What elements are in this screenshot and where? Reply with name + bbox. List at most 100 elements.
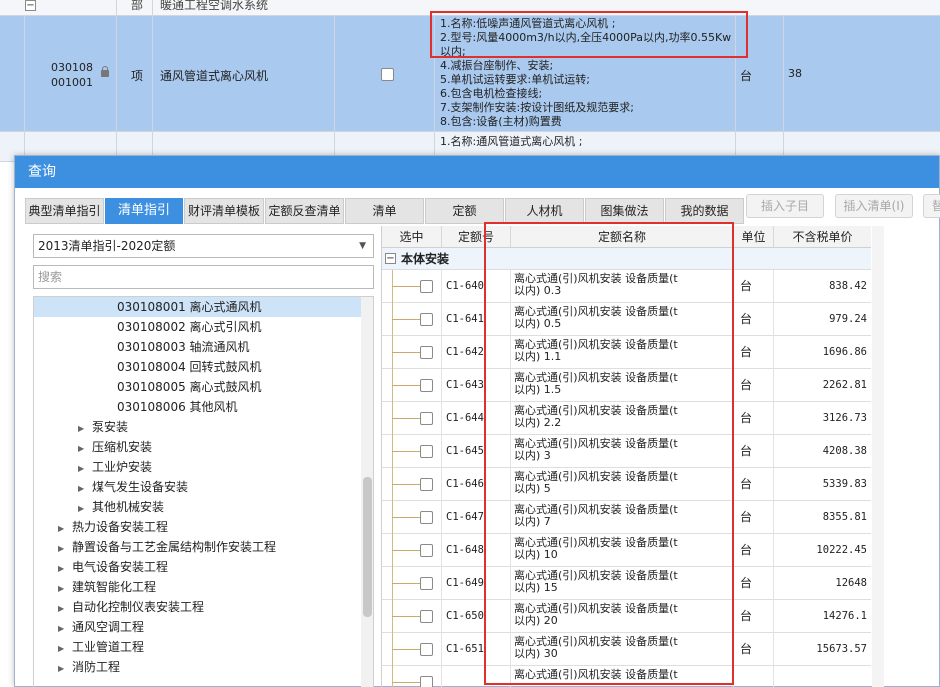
chevron-right-icon[interactable]: ▶ [58, 599, 72, 619]
row-checkbox[interactable] [420, 379, 433, 392]
tree-item-label: 030108004 回转式鼓风机 [117, 360, 262, 374]
tree-item[interactable]: ▶ 泵安装 [78, 417, 128, 437]
chevron-right-icon[interactable]: ▶ [58, 619, 72, 639]
chevron-right-icon[interactable]: ▶ [78, 419, 92, 439]
row-checkbox[interactable] [420, 280, 433, 293]
tree-item[interactable]: ▶ 其他机械安装 [78, 497, 164, 517]
quota-row[interactable]: C1-640 离心式通(引)风机安装 设备质量(t 以内) 0.3 台 838.42 [382, 270, 871, 303]
library-select[interactable]: 2013清单指引-2020定额 ▼ [33, 234, 374, 258]
row-checkbox[interactable] [420, 313, 433, 326]
insert-subitem-button[interactable]: 插入子目 [746, 194, 824, 218]
tree-item[interactable]: 030108003 轴流通风机 [117, 337, 250, 357]
quota-row[interactable]: C1-649 离心式通(引)风机安装 设备质量(t 以内) 15 台 12648 [382, 567, 871, 600]
tree-line [392, 286, 420, 287]
row-checkbox[interactable] [420, 445, 433, 458]
quota-name: 离心式通(引)风机安装 设备质量(t 以内) 0.3 [511, 270, 734, 303]
quota-name-line2: 以内) 30 [514, 647, 558, 660]
tree-item[interactable]: ▶ 静置设备与工艺金属结构制作安装工程 [58, 537, 276, 557]
tab-my-data[interactable]: 我的数据 [665, 198, 744, 224]
desc-line: 6.包含电机检查接线; [440, 87, 543, 100]
quota-name-line1: 离心式通(引)风机安装 设备质量(t [514, 668, 678, 681]
section-row[interactable]: − 部 暖通工程空调水系统 [0, 0, 940, 16]
row-checkbox[interactable] [420, 412, 433, 425]
chevron-right-icon[interactable]: ▶ [78, 459, 92, 479]
row-checkbox[interactable] [420, 610, 433, 623]
tree-item[interactable]: 030108001 离心式通风机 [34, 297, 362, 317]
chevron-right-icon[interactable]: ▶ [58, 579, 72, 599]
tree-item[interactable]: ▶ 通风空调工程 [58, 617, 144, 637]
quota-name-line2: 以内) 20 [514, 614, 558, 627]
replace-button[interactable]: 替 [923, 194, 940, 218]
tab-finance-template[interactable]: 财评清单模板 [184, 198, 264, 224]
quota-row[interactable]: C1-644 离心式通(引)风机安装 设备质量(t 以内) 2.2 台 3126.73 [382, 402, 871, 435]
tab-atlas-method[interactable]: 图集做法 [585, 198, 664, 224]
chevron-right-icon[interactable]: ▶ [58, 539, 72, 559]
tree-item[interactable]: 030108004 回转式鼓风机 [117, 357, 262, 377]
tab-bill-guide[interactable]: 清单指引 [105, 198, 183, 224]
quota-code: C1-645 [442, 435, 511, 468]
tree-item[interactable]: ▶ 自动化控制仪表安装工程 [58, 597, 204, 617]
quota-name-line2: 以内) 1.1 [514, 350, 562, 363]
row-checkbox[interactable] [420, 676, 433, 687]
tree-item[interactable]: 030108002 离心式引风机 [117, 317, 262, 337]
quota-row[interactable]: C1-647 离心式通(引)风机安装 设备质量(t 以内) 7 台 8355.81 [382, 501, 871, 534]
quota-unit: 台 [734, 402, 774, 435]
tree-item[interactable]: ▶ 煤气发生设备安装 [78, 477, 188, 497]
collapse-toggle[interactable]: − [385, 253, 396, 264]
quota-code: C1-646 [442, 468, 511, 501]
dialog-title: 查询 [15, 156, 939, 188]
quota-row[interactable]: C1-641 离心式通(引)风机安装 设备质量(t 以内) 0.5 台 979.24 [382, 303, 871, 336]
tab-bill[interactable]: 清单 [345, 198, 424, 224]
tree-item[interactable]: ▶ 工业管道工程 [58, 637, 144, 657]
quota-row[interactable]: C1-642 离心式通(引)风机安装 设备质量(t 以内) 1.1 台 1696.86 [382, 336, 871, 369]
quota-row[interactable]: C1-650 离心式通(引)风机安装 设备质量(t 以内) 20 台 14276.1 [382, 600, 871, 633]
tab-labor-material-machine[interactable]: 人材机 [505, 198, 584, 224]
tree-item[interactable]: 030108006 其他风机 [117, 397, 238, 417]
tree-item[interactable]: ▶ 热力设备安装工程 [58, 517, 168, 537]
chevron-right-icon[interactable]: ▶ [58, 559, 72, 579]
quota-name: 离心式通(引)风机安装 设备质量(t 以内) 1.5 [511, 369, 734, 402]
tree-item-label: 030108002 离心式引风机 [117, 320, 262, 334]
quota-row[interactable]: C1-648 离心式通(引)风机安装 设备质量(t 以内) 10 台 10222.45 [382, 534, 871, 567]
quota-price: 5339.83 [774, 468, 871, 501]
tree-item[interactable]: 030108005 离心式鼓风机 [117, 377, 262, 397]
quota-row[interactable]: C1-646 离心式通(引)风机安装 设备质量(t 以内) 5 台 5339.83 [382, 468, 871, 501]
tree-item[interactable]: ▶ 建筑智能化工程 [58, 577, 156, 597]
tree-item[interactable]: ▶ 压缩机安装 [78, 437, 152, 457]
tab-quota-reverse-lookup[interactable]: 定额反查清单 [265, 198, 344, 224]
tree-item[interactable]: ▶ 电气设备安装工程 [58, 557, 168, 577]
chevron-right-icon[interactable]: ▶ [78, 479, 92, 499]
tab-typical-bill-guide[interactable]: 典型清单指引 [25, 198, 104, 224]
row-checkbox[interactable] [420, 643, 433, 656]
bill-tree: 030108001 离心式通风机 030108002 离心式引风机 030108… [33, 296, 374, 687]
selected-bill-row[interactable]: 030108 001001 项 通风管道式离心风机 1.名称:低噪声通风管道式离… [0, 16, 940, 132]
quota-name: 离心式通(引)风机安装 设备质量(t 以内) 30 [511, 633, 734, 666]
chevron-right-icon[interactable]: ▶ [78, 439, 92, 459]
quota-row[interactable]: C1-651 离心式通(引)风机安装 设备质量(t 以内) 30 台 15673.57 [382, 633, 871, 666]
chevron-right-icon[interactable]: ▶ [58, 639, 72, 659]
quota-row[interactable]: 离心式通(引)风机安装 设备质量(t [382, 666, 871, 687]
row-checkbox[interactable] [420, 346, 433, 359]
tab-quota[interactable]: 定额 [425, 198, 504, 224]
chevron-right-icon[interactable]: ▶ [58, 659, 72, 679]
chevron-right-icon[interactable]: ▶ [78, 499, 92, 519]
row-checkbox[interactable] [420, 577, 433, 590]
search-input[interactable] [33, 265, 374, 289]
quota-row[interactable]: C1-645 离心式通(引)风机安装 设备质量(t 以内) 3 台 4208.38 [382, 435, 871, 468]
bill-checkbox[interactable] [381, 68, 394, 81]
chevron-right-icon[interactable]: ▶ [58, 519, 72, 539]
quota-unit: 台 [734, 600, 774, 633]
row-checkbox[interactable] [420, 544, 433, 557]
quota-price: 979.24 [774, 303, 871, 336]
quota-row[interactable]: C1-643 离心式通(引)风机安装 设备质量(t 以内) 1.5 台 2262.81 [382, 369, 871, 402]
tree-item[interactable]: ▶ 消防工程 [58, 657, 120, 677]
insert-bill-button[interactable]: 插入清单(I) [835, 194, 913, 218]
row-select-cell [382, 369, 442, 402]
tree-scrollbar-thumb[interactable] [363, 477, 372, 617]
row-checkbox[interactable] [420, 478, 433, 491]
tree-item[interactable]: ▶ 工业炉安装 [78, 457, 152, 477]
group-row[interactable]: − 本体安装 [382, 248, 871, 270]
row-checkbox[interactable] [420, 511, 433, 524]
grid-scrollbar-track[interactable] [872, 226, 884, 687]
library-select-value: 2013清单指引-2020定额 [38, 239, 176, 253]
